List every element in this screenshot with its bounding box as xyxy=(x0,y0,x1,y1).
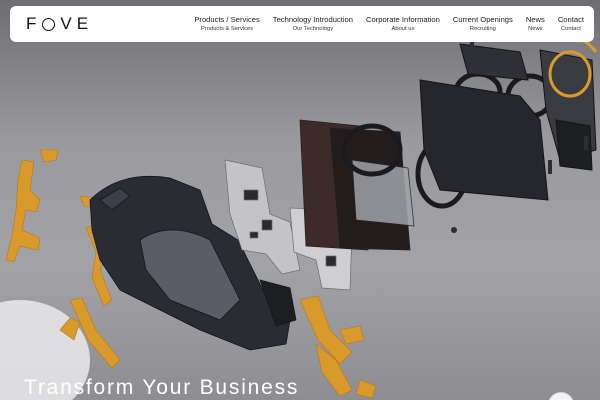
hero-section xyxy=(0,0,600,400)
nav-label: Products / Services xyxy=(194,14,260,24)
top-navigation-bar: F VE Products / Services Products & Serv… xyxy=(10,6,594,42)
logo-text-right: VE xyxy=(60,14,94,33)
nav-label: Technology Introduction xyxy=(272,14,353,24)
main-nav: Products / Services Products & Services … xyxy=(194,15,584,34)
nav-item-technology[interactable]: Technology Introduction Our Technology xyxy=(273,15,353,34)
nav-sublabel: Recruiting xyxy=(469,25,496,32)
hero-image-exploded-headset xyxy=(0,30,598,400)
nav-item-news[interactable]: News News xyxy=(526,15,545,34)
nav-sublabel: News xyxy=(528,25,543,32)
nav-item-contact[interactable]: Contact Contact xyxy=(558,15,584,34)
logo-text-left: F xyxy=(26,14,42,33)
nav-label: News xyxy=(525,14,545,24)
nav-item-corporate[interactable]: Corporate Information About us xyxy=(366,15,440,34)
nav-label: Contact xyxy=(557,14,584,24)
nav-sublabel: About us xyxy=(391,25,415,32)
nav-label: Corporate Information xyxy=(366,14,440,24)
nav-sublabel: Our Technology xyxy=(292,25,334,32)
nav-sublabel: Contact xyxy=(560,25,581,32)
logo-ring-icon xyxy=(42,17,56,31)
nav-sublabel: Products & Services xyxy=(200,25,254,32)
hero-title: Transform Your Business xyxy=(24,376,300,399)
nav-item-openings[interactable]: Current Openings Recruiting xyxy=(453,15,513,34)
nav-item-products[interactable]: Products / Services Products & Services xyxy=(194,15,259,34)
nav-label: Current Openings xyxy=(452,14,513,24)
fove-logo[interactable]: F VE xyxy=(26,14,93,34)
